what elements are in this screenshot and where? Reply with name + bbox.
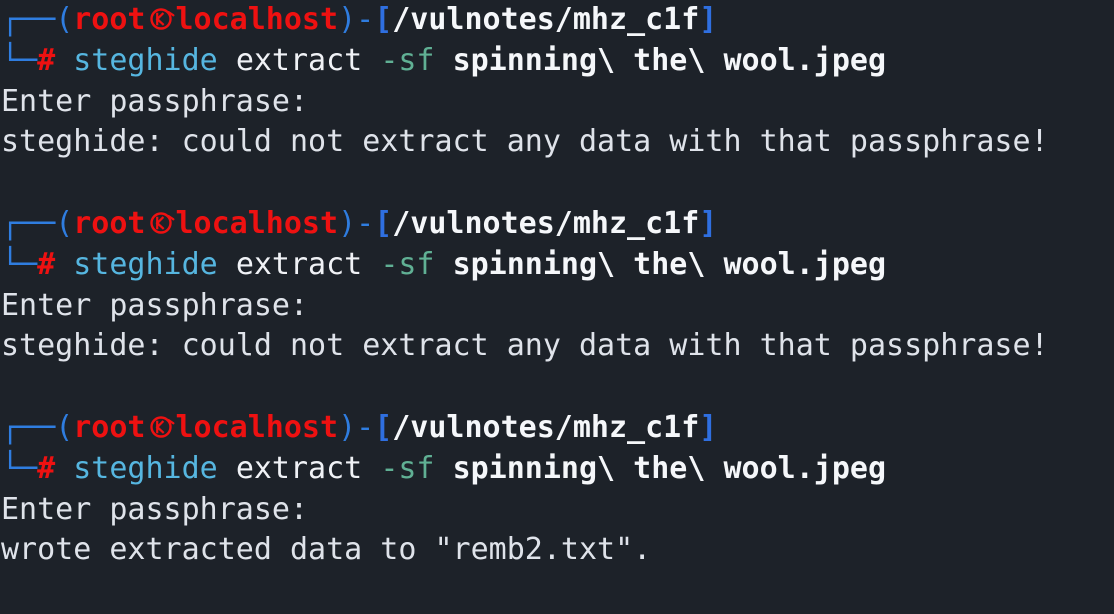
prompt-frame-top-icon: ┌── <box>1 205 56 241</box>
command-line[interactable]: └─# steghide extract -sf spinning\ the\ … <box>0 449 1114 490</box>
output-line: Enter passphrase: <box>1 491 309 527</box>
command-line[interactable]: └─# steghide extract -sf spinning\ the\ … <box>0 245 1114 286</box>
prompt-close-paren: ) <box>338 409 357 445</box>
kali-dragon-icon <box>146 4 176 34</box>
command-subcommand: extract <box>235 450 363 486</box>
prompt-host: localhost <box>175 2 339 37</box>
prompt-close-paren: ) <box>338 2 357 37</box>
prompt-line-top: ┌──(root localhost)-[/vulnotes/mhz_c1f] <box>0 0 1114 41</box>
prompt-open-paren: ( <box>55 409 74 445</box>
prompt-host: localhost <box>175 205 339 241</box>
prompt-open-bracket: [ <box>374 205 393 241</box>
command-flag: -sf <box>380 246 435 282</box>
prompt-dash: - <box>356 205 375 241</box>
kali-dragon-icon <box>146 412 176 442</box>
command-program: steghide <box>73 246 218 282</box>
prompt-user: root <box>73 205 146 241</box>
prompt-close-bracket: ] <box>699 409 718 445</box>
command-flag: -sf <box>380 42 435 78</box>
prompt-line-top: ┌──(root localhost)-[/vulnotes/mhz_c1f] <box>0 204 1114 245</box>
prompt-frame-top-icon: ┌── <box>1 2 56 37</box>
command-line[interactable]: └─# steghide extract -sf spinning\ the\ … <box>0 41 1114 82</box>
prompt-frame-top-icon: ┌── <box>1 409 56 445</box>
command-argument: spinning\ the\ wool.jpeg <box>452 42 887 78</box>
prompt-user: root <box>73 2 146 37</box>
terminal-window[interactable]: ┌──(root localhost)-[/vulnotes/mhz_c1f] └… <box>0 0 1114 614</box>
command-program: steghide <box>73 450 218 486</box>
prompt-path: /vulnotes/mhz_c1f <box>392 2 700 37</box>
prompt-line-top: ┌──(root localhost)-[/vulnotes/mhz_c1f] <box>0 408 1114 449</box>
prompt-frame-bottom-icon: └─ <box>1 246 38 282</box>
prompt-open-bracket: [ <box>374 409 393 445</box>
prompt-dash: - <box>356 409 375 445</box>
prompt-symbol: # <box>37 42 56 78</box>
command-subcommand: extract <box>235 42 363 78</box>
kali-dragon-icon <box>146 208 176 238</box>
prompt-host: localhost <box>175 409 339 445</box>
output-line: Enter passphrase: <box>1 83 309 119</box>
command-flag: -sf <box>380 450 435 486</box>
command-program: steghide <box>73 42 218 78</box>
command-argument: spinning\ the\ wool.jpeg <box>452 450 887 486</box>
output-line: steghide: could not extract any data wit… <box>1 328 1049 364</box>
command-argument: spinning\ the\ wool.jpeg <box>452 246 887 282</box>
prompt-user: root <box>73 409 146 445</box>
prompt-dash: - <box>356 2 375 37</box>
prompt-open-bracket: [ <box>374 2 393 37</box>
prompt-frame-bottom-icon: └─ <box>1 450 38 486</box>
prompt-frame-bottom-icon: └─ <box>1 42 38 78</box>
output-line: wrote extracted data to "remb2.txt". <box>1 532 652 568</box>
prompt-close-bracket: ] <box>699 205 718 241</box>
command-subcommand: extract <box>235 246 363 282</box>
prompt-path: /vulnotes/mhz_c1f <box>392 409 700 445</box>
output-line: steghide: could not extract any data wit… <box>1 124 1049 160</box>
output-line: Enter passphrase: <box>1 287 309 323</box>
prompt-open-paren: ( <box>55 205 74 241</box>
prompt-symbol: # <box>37 246 56 282</box>
prompt-close-paren: ) <box>338 205 357 241</box>
prompt-close-bracket: ] <box>699 2 718 37</box>
prompt-path: /vulnotes/mhz_c1f <box>392 205 700 241</box>
prompt-symbol: # <box>37 450 56 486</box>
prompt-open-paren: ( <box>55 2 74 37</box>
